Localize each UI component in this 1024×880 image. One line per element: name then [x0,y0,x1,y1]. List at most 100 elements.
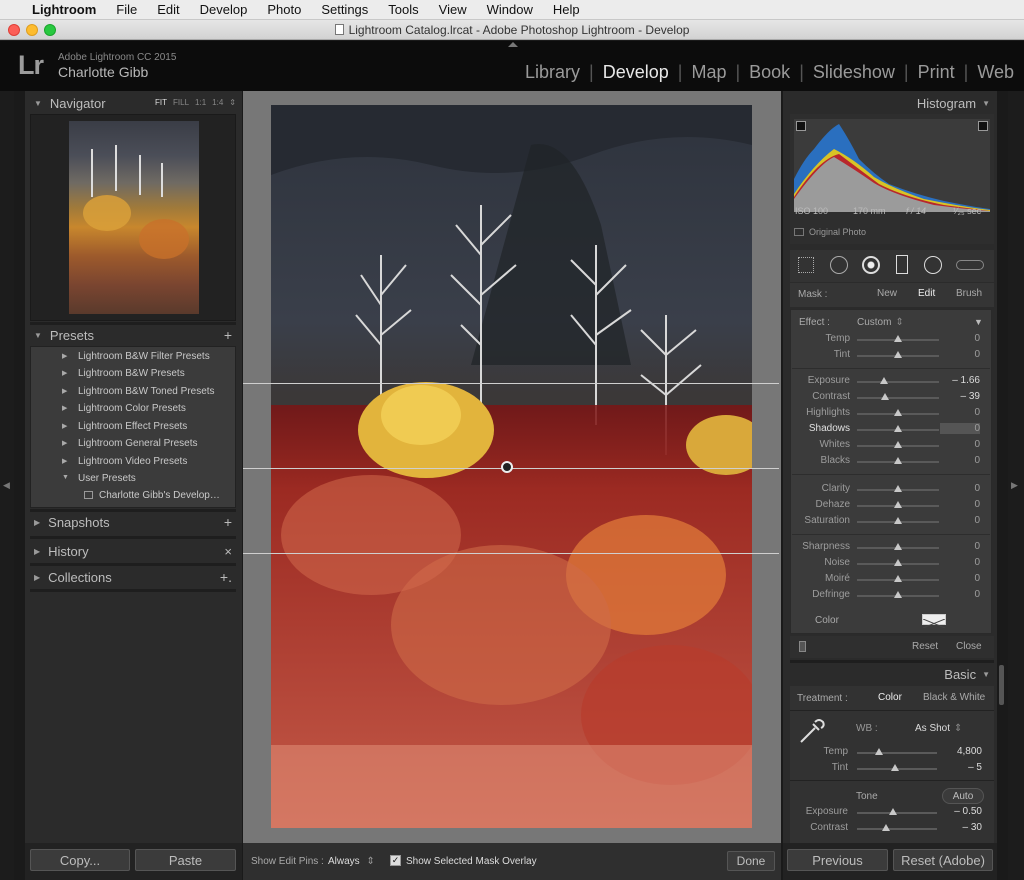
mask-edit-button[interactable]: Edit [918,288,935,299]
module-slideshow[interactable]: Slideshow [813,62,895,83]
add-preset-button[interactable]: + [224,327,232,343]
menu-tools[interactable]: Tools [388,2,418,17]
preset-folder[interactable]: ▶ Lightroom General Presets [62,438,198,449]
slider-track[interactable] [857,812,937,814]
slider-value[interactable]: 0 [940,499,980,510]
collapse-left-panel-icon[interactable]: ◀ [3,480,10,491]
slider-thumb[interactable] [875,748,883,755]
previous-button[interactable]: Previous [787,849,888,871]
filter-close-button[interactable]: Close [956,641,982,652]
paste-settings-button[interactable]: Paste [135,849,236,871]
slider-thumb[interactable] [894,409,902,416]
zoom-fit[interactable]: FIT [155,98,167,107]
mask-toggle-switch[interactable] [799,641,806,652]
auto-tone-button[interactable]: Auto [942,788,984,804]
menu-window[interactable]: Window [487,2,533,17]
slider-thumb[interactable] [882,824,890,831]
zoom-1-4[interactable]: 1:4 [212,98,223,107]
slider-value[interactable]: – 39 [940,391,980,402]
add-collection-button[interactable]: +. [220,569,232,585]
slider-value[interactable]: 0 [940,439,980,450]
slider-thumb[interactable] [894,351,902,358]
slider-thumb[interactable] [880,377,888,384]
slider-value[interactable]: – 5 [942,762,982,773]
slider-thumb[interactable] [894,425,902,432]
preset-folder-expanded[interactable]: ▼ User Presets [62,473,136,484]
mask-brush-button[interactable]: Brush [956,288,982,299]
module-develop[interactable]: Develop [603,62,669,83]
slider-value[interactable]: 0 [940,573,980,584]
menu-view[interactable]: View [439,2,467,17]
graduated-filter-line-bottom[interactable] [243,553,779,554]
add-snapshot-button[interactable]: + [224,514,232,530]
original-photo-checkbox[interactable] [794,228,804,236]
basic-header[interactable]: Basic ▼ [790,663,990,685]
slider-thumb[interactable] [891,764,899,771]
slider-thumb[interactable] [894,501,902,508]
zoom-window-button[interactable] [44,24,56,36]
slider-thumb[interactable] [894,485,902,492]
graduated-filter-line-top[interactable] [243,383,779,384]
slider-thumb[interactable] [894,457,902,464]
graduated-filter-icon[interactable] [896,255,908,274]
slider-value[interactable]: 0 [940,349,980,360]
histogram-header[interactable]: Histogram ▼ [790,92,990,114]
preset-folder[interactable]: ▶ Lightroom B&W Filter Presets [62,351,210,362]
done-button[interactable]: Done [727,851,775,871]
filter-reset-button[interactable]: Reset [912,641,938,652]
slider-value[interactable]: 0 [940,483,980,494]
highlight-clipping-icon[interactable] [978,121,988,131]
slider-value[interactable]: 4,800 [942,746,982,757]
navigator-preview[interactable] [30,114,236,321]
slider-thumb[interactable] [894,591,902,598]
collapse-top-panel-icon[interactable] [508,42,518,47]
slider-thumb[interactable] [894,559,902,566]
adjustment-brush-icon[interactable] [956,260,984,270]
slider-value[interactable]: 0 [940,541,980,552]
slider-value[interactable]: 0 [940,333,980,344]
preset-folder[interactable]: ▶ Lightroom B&W Toned Presets [62,386,215,397]
snapshots-header[interactable]: ▶ Snapshots + [34,511,236,533]
edit-pin[interactable] [501,461,513,473]
slider-value[interactable]: – 1.66 [940,375,980,386]
menu-develop[interactable]: Develop [200,2,248,17]
menu-settings[interactable]: Settings [321,2,368,17]
slider-value[interactable]: 0 [940,407,980,418]
close-window-button[interactable] [8,24,20,36]
zoom-fill[interactable]: FILL [173,98,189,107]
slider-track[interactable] [857,752,937,754]
menu-edit[interactable]: Edit [157,2,179,17]
treatment-bw-button[interactable]: Black & White [923,692,985,703]
slider-track[interactable] [857,397,939,399]
reset-adobe-button[interactable]: Reset (Adobe) [893,849,993,871]
slider-value[interactable]: 0 [940,557,980,568]
slider-value[interactable]: 0 [940,423,980,434]
navigator-header[interactable]: ▼ Navigator FIT FILL 1:1 1:4 ⇕ [34,92,236,114]
slider-thumb[interactable] [894,575,902,582]
effect-collapse-icon[interactable]: ▼ [974,317,983,327]
spot-removal-icon[interactable] [830,256,848,274]
slider-value[interactable]: 0 [940,589,980,600]
slider-value[interactable]: – 0.50 [942,806,982,817]
menu-help[interactable]: Help [553,2,580,17]
slider-thumb[interactable] [894,517,902,524]
preset-folder[interactable]: ▶ Lightroom Effect Presets [62,421,187,432]
slider-thumb[interactable] [889,808,897,815]
copy-settings-button[interactable]: Copy... [30,849,130,871]
app-menu[interactable]: Lightroom [32,2,96,17]
mask-overlay-checkbox[interactable]: ✓ [390,855,401,866]
white-balance-eyedropper-icon[interactable] [795,716,825,746]
menu-file[interactable]: File [116,2,137,17]
menu-photo[interactable]: Photo [267,2,301,17]
preset-item[interactable]: Charlotte Gibb's Develop… [84,490,220,501]
module-library[interactable]: Library [525,62,580,83]
zoom-dropdown-icon[interactable]: ⇕ [229,98,236,107]
slider-thumb[interactable] [894,441,902,448]
zoom-1-1[interactable]: 1:1 [195,98,206,107]
clear-history-button[interactable]: × [224,544,232,559]
history-header[interactable]: ▶ History × [34,540,236,562]
preset-folder[interactable]: ▶ Lightroom B&W Presets [62,368,185,379]
shadow-clipping-icon[interactable] [796,121,806,131]
module-map[interactable]: Map [691,62,726,83]
slider-value[interactable]: – 30 [942,822,982,833]
